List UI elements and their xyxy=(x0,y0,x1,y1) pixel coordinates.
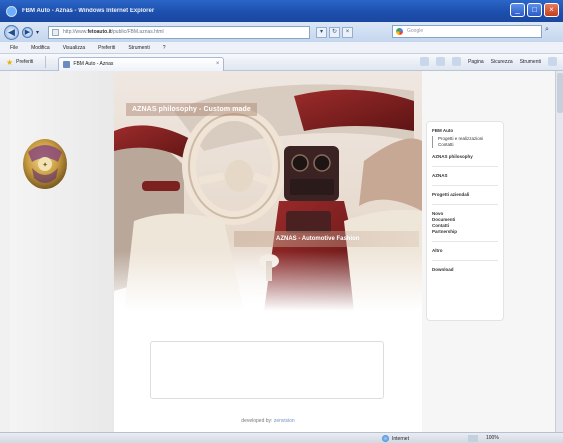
nav-item-download[interactable]: Download xyxy=(432,267,498,273)
tab-fbm-auto[interactable]: FBM Auto - Aznas × xyxy=(58,56,225,71)
page-viewport: ✦ AZNAS philosophy - Custom made AZNAS -… xyxy=(0,71,563,432)
security-zone: Internet xyxy=(382,435,409,442)
menu-item-modifica[interactable]: Modifica xyxy=(31,45,50,51)
window-controls: _ □ × xyxy=(510,3,559,17)
nav-item-aznas-philosophy[interactable]: AZNAS philosophy xyxy=(432,154,498,160)
side-navigation: FBM Auto Progetti e realizzazioni Contat… xyxy=(426,121,504,321)
menu-item-preferiti[interactable]: Preferiti xyxy=(98,45,115,51)
command-strumenti[interactable]: Strumenti xyxy=(520,59,541,65)
divider xyxy=(45,56,47,68)
home-icon[interactable] xyxy=(420,57,430,66)
stop-icon[interactable]: × xyxy=(342,26,354,38)
internet-explorer-icon xyxy=(6,5,17,17)
feeds-icon[interactable] xyxy=(436,57,446,66)
left-pane: ✦ xyxy=(10,71,114,432)
refresh-icon[interactable]: ↻ xyxy=(329,26,341,38)
menu-item-help[interactable]: ? xyxy=(163,45,166,51)
hero-subtitle: AZNAS - Automotive Fashion xyxy=(234,231,419,247)
developer-link[interactable]: zenvision xyxy=(274,418,295,424)
vertical-scrollbar[interactable] xyxy=(555,71,563,432)
command-bar: Pagina Sicurezza Strumenti xyxy=(420,57,557,66)
hero-title: AZNAS philosophy - Custom made xyxy=(126,103,257,116)
window-title-bar: FBM Auto - Aznas - Windows Internet Expl… xyxy=(0,0,563,22)
svg-text:✦: ✦ xyxy=(42,161,48,169)
forward-button[interactable]: ▶ xyxy=(22,26,33,38)
address-toolbar: ◀ ▶ ▾ http://www.fetoauto.it/public/FBM.… xyxy=(0,22,563,42)
scrollbar-thumb[interactable] xyxy=(557,73,563,113)
google-icon xyxy=(396,28,403,35)
content-box xyxy=(150,341,384,399)
page-content: AZNAS philosophy - Custom made AZNAS - A… xyxy=(114,71,422,432)
divider xyxy=(432,241,498,242)
tab-close-icon[interactable]: × xyxy=(216,61,220,67)
tab-page-icon xyxy=(63,60,71,68)
url-host: fetoauto.it xyxy=(87,28,112,35)
url-prefix: http://www. xyxy=(63,28,88,35)
crest-logo-icon: ✦ xyxy=(23,139,67,189)
divider xyxy=(432,204,498,205)
favorites-bar: ★ Preferiti FBM Auto - Aznas × Pagina Si… xyxy=(0,54,563,71)
status-bar: Internet 100% xyxy=(0,432,563,443)
tab-title: FBM Auto - Aznas xyxy=(73,61,114,67)
page-icon xyxy=(52,28,60,36)
star-icon: ★ xyxy=(6,57,14,67)
menu-item-visualizza[interactable]: Visualizza xyxy=(63,45,85,51)
nav-item-contatti-sub[interactable]: Contatti xyxy=(438,142,498,148)
nav-sub-list: Progetti e realizzazioni Contatti xyxy=(432,136,498,148)
globe-icon xyxy=(382,435,389,442)
developer-credit: developed by: zenvision xyxy=(114,418,422,424)
nav-item-progetti-aziendali[interactable]: Progetti aziendali xyxy=(432,192,498,198)
divider xyxy=(432,185,498,186)
print-icon[interactable] xyxy=(452,57,462,66)
help-icon[interactable] xyxy=(548,57,557,66)
history-dropdown-icon[interactable]: ▾ xyxy=(36,29,39,36)
search-icon[interactable]: ⌕ xyxy=(545,26,549,34)
back-button[interactable]: ◀ xyxy=(4,24,19,40)
nav-item-aznas[interactable]: AZNAS xyxy=(432,173,498,179)
window-title: FBM Auto - Aznas - Windows Internet Expl… xyxy=(22,8,155,14)
menu-item-strumenti[interactable]: Strumenti xyxy=(128,45,149,51)
menu-bar: File Modifica Visualizza Preferiti Strum… xyxy=(0,42,563,54)
search-placeholder: Google xyxy=(407,28,424,34)
credit-prefix: developed by: xyxy=(241,418,273,424)
url-suffix: /public/FBM.aznas.html xyxy=(111,28,164,35)
search-input[interactable]: Google xyxy=(392,25,542,38)
minimize-button[interactable]: _ xyxy=(510,3,525,17)
compatibility-icon[interactable]: ▾ xyxy=(316,26,328,38)
zoom-level[interactable]: 100% xyxy=(486,435,499,441)
menu-item-file[interactable]: File xyxy=(10,45,18,51)
protected-mode-icon[interactable] xyxy=(468,435,478,442)
command-sicurezza[interactable]: Sicurezza xyxy=(491,59,513,65)
favorites-button[interactable]: ★ Preferiti xyxy=(6,58,33,67)
close-button[interactable]: × xyxy=(544,3,559,17)
url-input[interactable]: http://www.fetoauto.it/public/FBM.aznas.… xyxy=(48,25,311,39)
nav-section-title[interactable]: FBM Auto xyxy=(432,128,498,134)
maximize-button[interactable]: □ xyxy=(527,3,542,17)
command-pagina[interactable]: Pagina xyxy=(468,59,484,65)
url-tools: ▾ ↻ × xyxy=(316,26,354,38)
zone-label: Internet xyxy=(392,435,409,442)
nav-item-partnership[interactable]: Partnership xyxy=(432,229,498,235)
divider xyxy=(432,166,498,167)
right-pane: FBM Auto Progetti e realizzazioni Contat… xyxy=(422,71,563,432)
divider xyxy=(432,260,498,261)
nav-item-altro[interactable]: Altro xyxy=(432,248,498,254)
favorites-label: Preferiti xyxy=(16,59,34,65)
